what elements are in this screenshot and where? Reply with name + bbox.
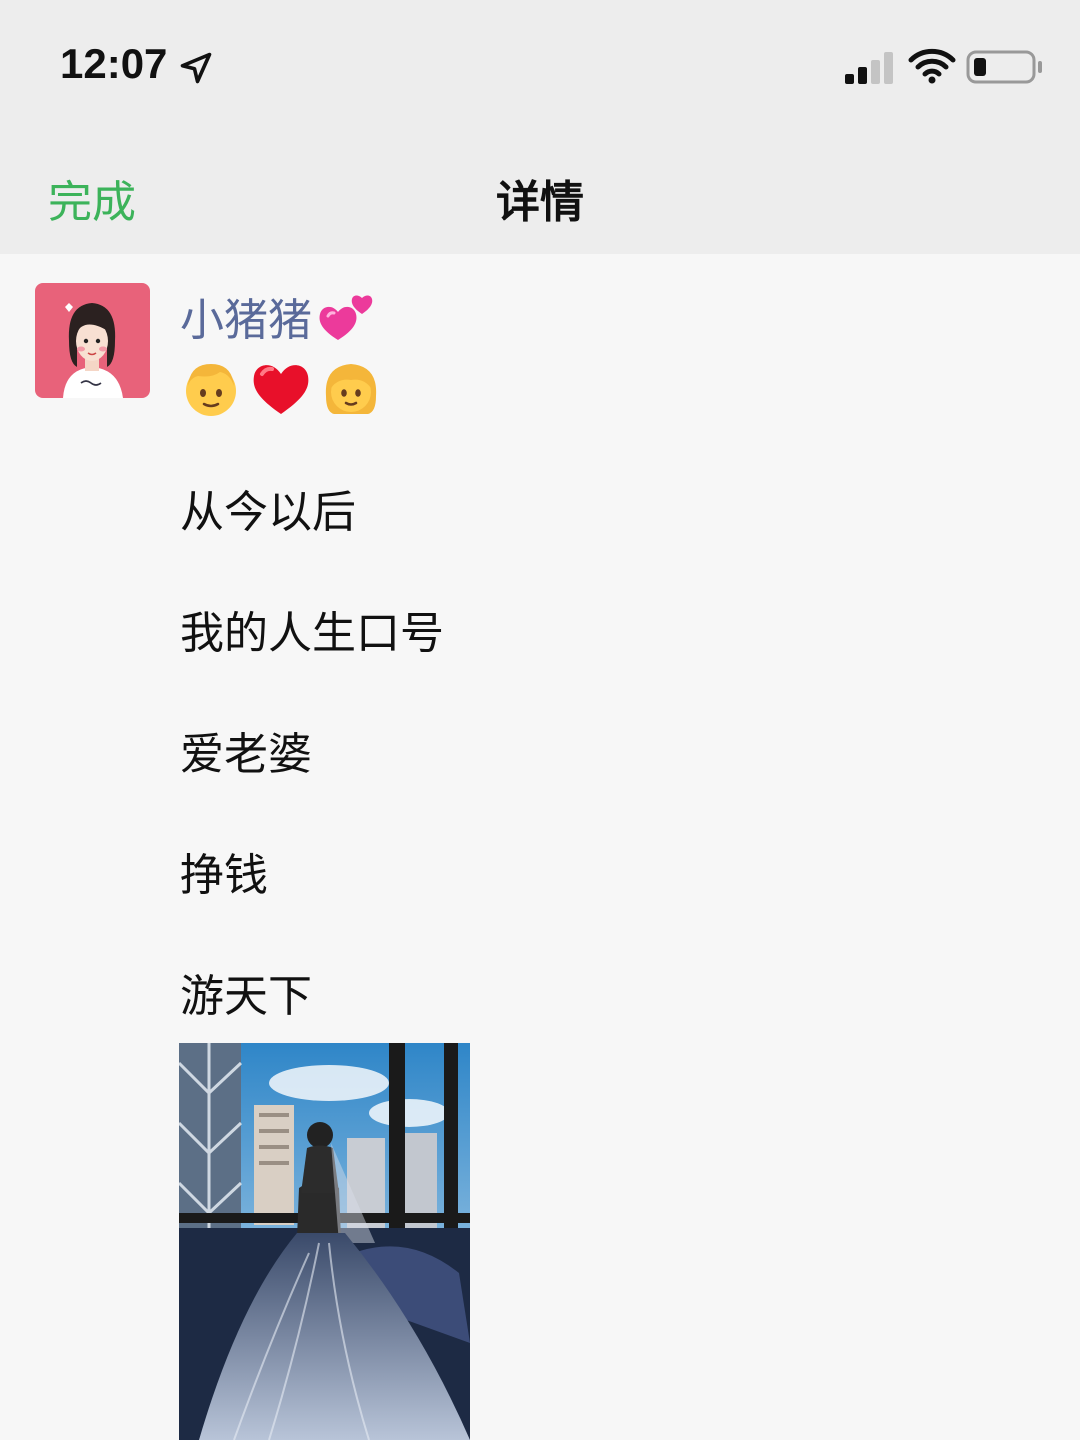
post-line-4: 挣钱	[180, 850, 268, 901]
emoji-line	[180, 356, 382, 418]
status-bar: 12:07	[0, 0, 1080, 132]
boy-emoji	[186, 364, 236, 416]
red-heart-emoji	[253, 365, 309, 414]
location-arrow-icon	[180, 52, 212, 84]
cellular-signal-icon	[845, 52, 893, 84]
page-title: 详情	[496, 177, 584, 228]
nav-bar: 完成 详情	[0, 132, 1080, 254]
post-line-3: 爱老婆	[180, 729, 312, 780]
avatar-illustration	[35, 283, 150, 398]
status-time: 12:07	[60, 40, 168, 87]
two-hearts-icon	[319, 295, 373, 340]
author-name[interactable]: 小猪猪	[180, 284, 312, 348]
author-row: 小猪猪	[180, 284, 376, 348]
wifi-icon	[908, 48, 956, 84]
post-line-2: 我的人生口号	[180, 608, 444, 659]
avatar[interactable]	[35, 283, 150, 398]
girl-emoji	[325, 364, 377, 414]
post-line-1: 从今以后	[180, 487, 356, 538]
post-line-5: 游天下	[180, 971, 312, 1022]
bride-wedding-dress-photo	[179, 1043, 470, 1440]
battery-icon	[966, 50, 1042, 84]
post-photo[interactable]	[179, 1043, 470, 1440]
